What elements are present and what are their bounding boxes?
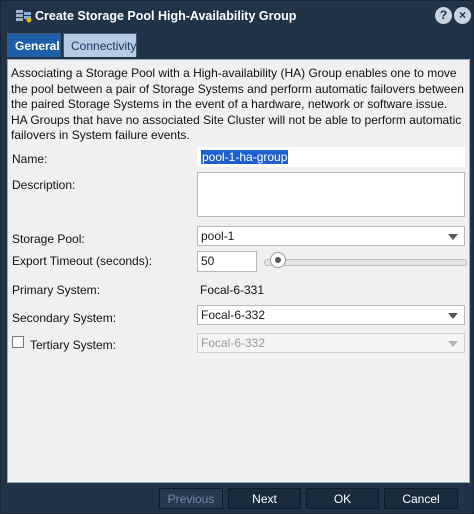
export-timeout-input[interactable]: 50 <box>197 251 257 272</box>
secondary-system-select[interactable]: Focal-6-332 <box>197 305 465 325</box>
tertiary-system-label: Tertiary System: <box>30 338 117 352</box>
tab-connectivity[interactable]: Connectivity <box>63 33 137 57</box>
ok-button[interactable]: OK <box>306 488 379 509</box>
export-timeout-slider-thumb[interactable] <box>270 252 286 268</box>
primary-system-label: Primary System: <box>12 283 101 297</box>
description-input[interactable] <box>197 172 465 217</box>
secondary-system-label: Secondary System: <box>12 311 117 325</box>
close-icon[interactable]: × <box>454 7 471 24</box>
title-bar[interactable]: Create Storage Pool High-Availability Gr… <box>1 1 473 31</box>
name-input[interactable]: pool-1-ha-group <box>197 147 465 167</box>
previous-button[interactable]: Previous <box>159 488 223 509</box>
secondary-system-value: Focal-6-332 <box>201 308 266 322</box>
name-label: Name: <box>12 152 48 166</box>
tertiary-system-select[interactable]: Focal-6-332 <box>197 333 465 353</box>
tertiary-system-checkbox[interactable] <box>12 336 24 348</box>
description-label: Description: <box>12 178 76 192</box>
export-timeout-slider-track[interactable] <box>264 259 467 266</box>
dialog-window: Create Storage Pool High-Availability Gr… <box>0 0 474 514</box>
tertiary-system-value: Focal-6-332 <box>201 336 266 350</box>
help-icon[interactable]: ? <box>435 7 452 24</box>
chevron-down-icon <box>448 341 458 347</box>
general-panel: Associating a Storage Pool with a High-a… <box>7 59 470 483</box>
chevron-down-icon <box>448 234 458 240</box>
name-value: pool-1-ha-group <box>201 150 289 164</box>
chevron-down-icon <box>448 313 458 319</box>
tab-general[interactable]: General <box>7 33 61 57</box>
description-text: Associating a Storage Pool with a High-a… <box>11 66 464 142</box>
cancel-button[interactable]: Cancel <box>384 488 458 509</box>
primary-system-value: Focal-6-331 <box>200 283 265 297</box>
storage-pool-label: Storage Pool: <box>12 232 85 246</box>
storage-pool-select[interactable]: pool-1 <box>197 226 465 246</box>
export-timeout-label: Export Timeout (seconds): <box>12 254 153 268</box>
dialog-footer: Previous Next OK Cancel <box>1 485 473 513</box>
dialog-title: Create Storage Pool High-Availability Gr… <box>35 9 297 23</box>
next-button[interactable]: Next <box>228 488 301 509</box>
storage-pool-value: pool-1 <box>201 229 235 243</box>
storage-pool-icon <box>16 10 32 23</box>
